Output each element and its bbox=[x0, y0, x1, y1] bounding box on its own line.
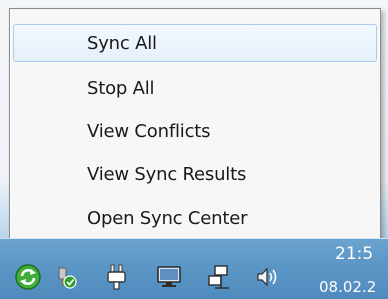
clock-time[interactable]: 21:5 bbox=[335, 244, 373, 264]
clock-clip-region: 21:5 08.02.2 bbox=[0, 0, 388, 298]
clock-date[interactable]: 08.02.2 bbox=[319, 278, 376, 296]
